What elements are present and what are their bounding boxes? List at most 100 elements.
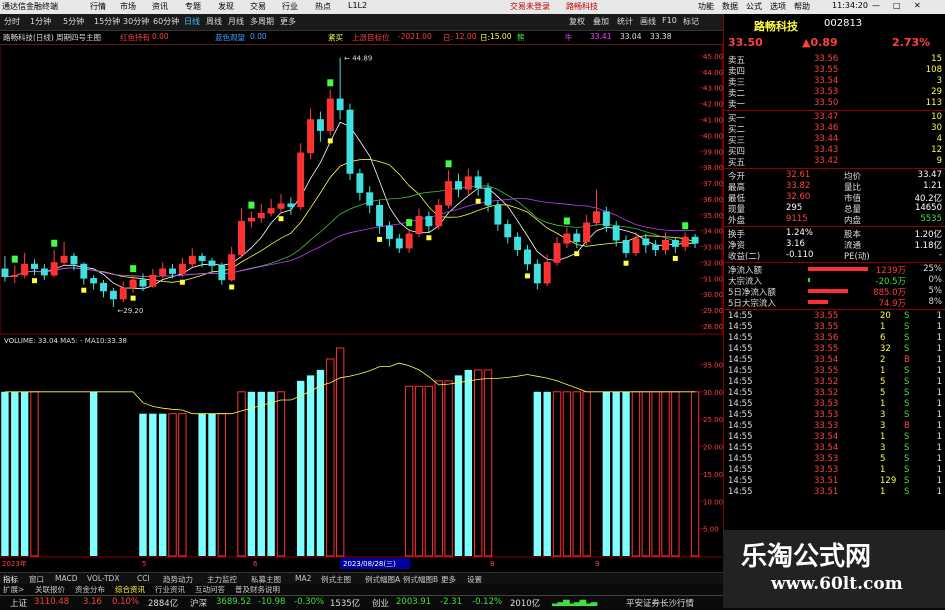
volume-bar[interactable] (149, 413, 157, 556)
kline-chart[interactable]: 45.00 44.00 43.00 42.00 41.00 40.00 39.00 38.00… (0, 44, 723, 572)
volume-bar[interactable] (572, 391, 581, 557)
candle-body[interactable] (316, 119, 324, 131)
extension-tab[interactable]: 关联报价 (35, 584, 65, 595)
indicator-tab[interactable]: CCI (137, 574, 150, 583)
volume-bar[interactable] (1, 391, 9, 556)
tick-row[interactable]: 14:55 33.53 5 S 1 (724, 454, 945, 465)
volume-bar[interactable] (11, 391, 19, 556)
period-month[interactable]: 月线 (228, 16, 244, 27)
menu-shuju[interactable]: 数据 (722, 1, 738, 12)
candle-body[interactable] (464, 176, 472, 190)
period-more[interactable]: 更多 (280, 16, 296, 27)
quote-row[interactable]: 收益(二) -0.110 PE(动) - (724, 250, 945, 262)
candle-body[interactable] (326, 98, 334, 131)
candle-body[interactable] (228, 254, 236, 281)
candle-body[interactable] (50, 262, 58, 276)
tick-row[interactable]: 14:55 33.54 3 S 1 (724, 443, 945, 454)
volume-bar[interactable] (612, 391, 620, 556)
candle-body[interactable] (70, 255, 78, 265)
candle-body[interactable] (563, 233, 571, 244)
candle-body[interactable] (257, 212, 265, 219)
quote-row[interactable]: 换手 1.24% 股本 1.20亿 (724, 228, 945, 240)
candle-body[interactable] (139, 279, 147, 287)
tick-row[interactable]: 14:55 33.55 1 S 1 (724, 366, 945, 377)
volume-bar[interactable] (690, 391, 700, 557)
menu-bangzhu[interactable]: 帮助 (794, 1, 810, 12)
volume-bar[interactable] (139, 413, 147, 556)
candle-body[interactable] (247, 217, 255, 222)
volume-bar[interactable] (562, 391, 572, 557)
indicator-tab[interactable]: VOL-TDX (87, 574, 119, 583)
volume-bar[interactable] (237, 391, 246, 557)
menu-faxian[interactable]: 发现 (218, 1, 234, 12)
candle-body[interactable] (662, 239, 669, 250)
volume-bar[interactable] (424, 385, 434, 557)
tick-row[interactable]: 14:55 33.53 3 S 1 (724, 410, 945, 421)
extension-tab[interactable]: 互动问答 (195, 584, 225, 595)
candle-body[interactable] (543, 262, 551, 284)
trade-status[interactable]: 交易未登录 (510, 1, 550, 12)
tick-row[interactable]: 14:55 33.55 20 S 1 (724, 311, 945, 322)
volume-bar[interactable] (20, 391, 29, 556)
candle-body[interactable] (336, 98, 344, 111)
candle-body[interactable] (622, 239, 630, 254)
candle-body[interactable] (188, 255, 196, 265)
tick-row[interactable]: 14:55 33.51 1 S 1 (724, 487, 945, 498)
tick-row[interactable]: 14:55 33.53 3 B 1 (724, 421, 945, 432)
volume-bar[interactable] (641, 391, 650, 557)
quote-row[interactable]: 今开 32.61 均价 33.47 (724, 170, 945, 182)
volume-bar[interactable] (444, 380, 453, 557)
period-day[interactable]: 日线 (184, 16, 200, 27)
btn-huaxian[interactable]: 画线 (640, 16, 656, 27)
menu-xuanxiang[interactable]: 选项 (770, 1, 786, 12)
volume-bar[interactable] (631, 391, 641, 557)
quote-row[interactable]: 最低 32.60 市值 40.2亿 (724, 192, 945, 204)
volume-bar[interactable] (217, 413, 227, 557)
candle-body[interactable] (454, 181, 462, 190)
volume-bar[interactable] (414, 385, 424, 557)
btn-diejia[interactable]: 叠加 (593, 16, 609, 27)
candle-body[interactable] (119, 287, 127, 300)
flow-row[interactable]: 5日大宗流入 74.9万 8% (724, 297, 945, 309)
bid-row[interactable]: 买一 33.47 10 (724, 112, 945, 124)
candle-body[interactable] (198, 255, 206, 262)
candle-body[interactable] (474, 176, 482, 189)
period-week[interactable]: 周线 (206, 16, 222, 27)
btn-tongji[interactable]: 统计 (617, 16, 633, 27)
menu-gongneng[interactable]: 功能 (698, 1, 714, 12)
tick-row[interactable]: 14:55 33.54 2 B 1 (724, 355, 945, 366)
volume-bar[interactable] (552, 391, 562, 557)
candle-body[interactable] (238, 220, 246, 255)
broker-name[interactable]: 平安证券长沙行情 (626, 597, 694, 609)
tick-row[interactable]: 14:55 33.55 1 S 1 (724, 322, 945, 333)
candle-body[interactable] (504, 224, 512, 238)
volume-bar[interactable] (168, 413, 177, 557)
candle-body[interactable] (307, 119, 315, 154)
quote-row[interactable]: 净资 3.16 流通 1.18亿 (724, 239, 945, 251)
tick-row[interactable]: 14:55 33.56 6 S 1 (724, 333, 945, 344)
btn-biaoji[interactable]: 标记 (683, 16, 699, 27)
volume-bar[interactable] (582, 391, 591, 557)
bid-row[interactable]: 买四 33.43 12 (724, 145, 945, 157)
candle-body[interactable] (356, 173, 364, 193)
candle-body[interactable] (267, 208, 275, 214)
candle-body[interactable] (652, 244, 660, 250)
volume-bar[interactable] (276, 391, 286, 557)
period-30min[interactable]: 30分钟 (123, 16, 149, 27)
volume-bar[interactable] (404, 385, 414, 557)
extension-tab[interactable]: 综合资讯 (115, 584, 145, 595)
candle-body[interactable] (602, 211, 610, 227)
candle-body[interactable] (385, 225, 393, 239)
candle-body[interactable] (671, 239, 679, 247)
menu-l1l2[interactable]: L1L2 (348, 1, 367, 10)
candle-body[interactable] (395, 238, 403, 249)
volume-bar[interactable] (158, 413, 167, 556)
candle-body[interactable] (277, 203, 285, 209)
candle-body[interactable] (445, 181, 453, 206)
candle-body[interactable] (681, 236, 689, 247)
candle-body[interactable] (514, 236, 522, 250)
candle-body[interactable] (169, 268, 176, 274)
flow-row[interactable]: 5日净流入额 885.0万 5% (724, 286, 945, 298)
candle-body[interactable] (484, 187, 492, 206)
btn-f10[interactable]: F10 (662, 16, 677, 25)
